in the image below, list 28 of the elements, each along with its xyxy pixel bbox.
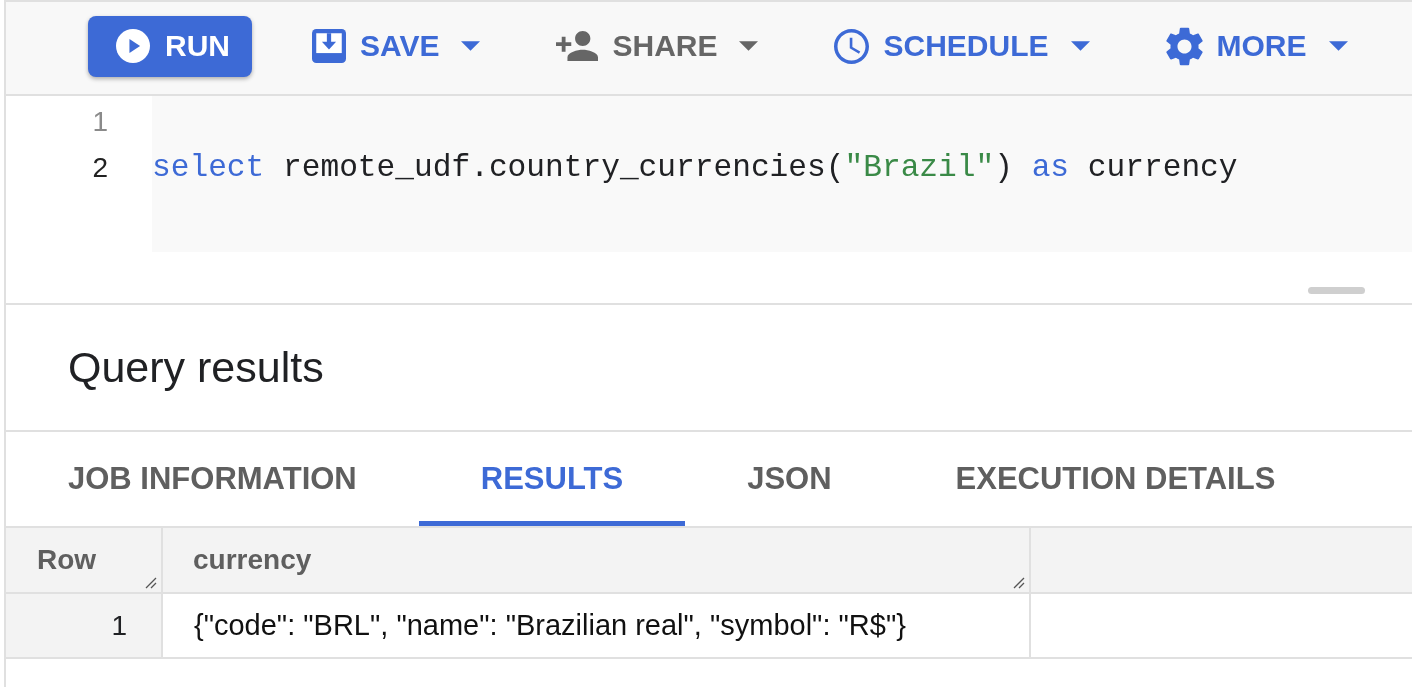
line-number: 1 <box>92 105 108 139</box>
arrow-into-box-icon <box>312 29 346 63</box>
caret-icon <box>461 41 481 51</box>
code-line: select remote_udf.country_currencies("Brazil") as currency <box>152 149 1239 187</box>
results-title: Query results <box>68 343 324 392</box>
toolbar-menu-button[interactable]: SCHEDULE <box>818 15 1106 77</box>
toolbar-menu-button[interactable]: MORE <box>1149 15 1364 77</box>
clock-icon <box>834 28 870 64</box>
code-editor[interactable]: select remote_udf.country_currencies("Brazil") as currency <box>152 96 1412 252</box>
column-header: Row <box>37 544 97 576</box>
column-header: currency <box>193 544 312 576</box>
caret-icon <box>739 41 759 51</box>
person-add-icon <box>556 31 599 61</box>
tab[interactable]: JSON <box>685 432 894 526</box>
resize-handle-icon[interactable] <box>1013 577 1025 589</box>
caret-icon <box>1328 41 1348 51</box>
run-button[interactable]: RUN <box>88 15 252 77</box>
gear-icon <box>1165 26 1203 66</box>
resize-handle-icon[interactable] <box>145 577 157 589</box>
row-number: 1 <box>6 594 163 657</box>
toolbar-menu-button[interactable]: SAVE <box>296 15 497 77</box>
tab[interactable]: EXECUTION DETAILS <box>893 432 1338 526</box>
caret-icon <box>1070 41 1090 51</box>
table-cell: {"code": "BRL", "name": "Brazilian real", "symbol": "R$"} <box>163 594 1031 657</box>
play-icon <box>116 29 150 63</box>
line-number: 2 <box>92 151 108 185</box>
tab[interactable]: JOB INFORMATION <box>6 432 419 526</box>
scrollbar-thumb[interactable] <box>1308 287 1365 294</box>
